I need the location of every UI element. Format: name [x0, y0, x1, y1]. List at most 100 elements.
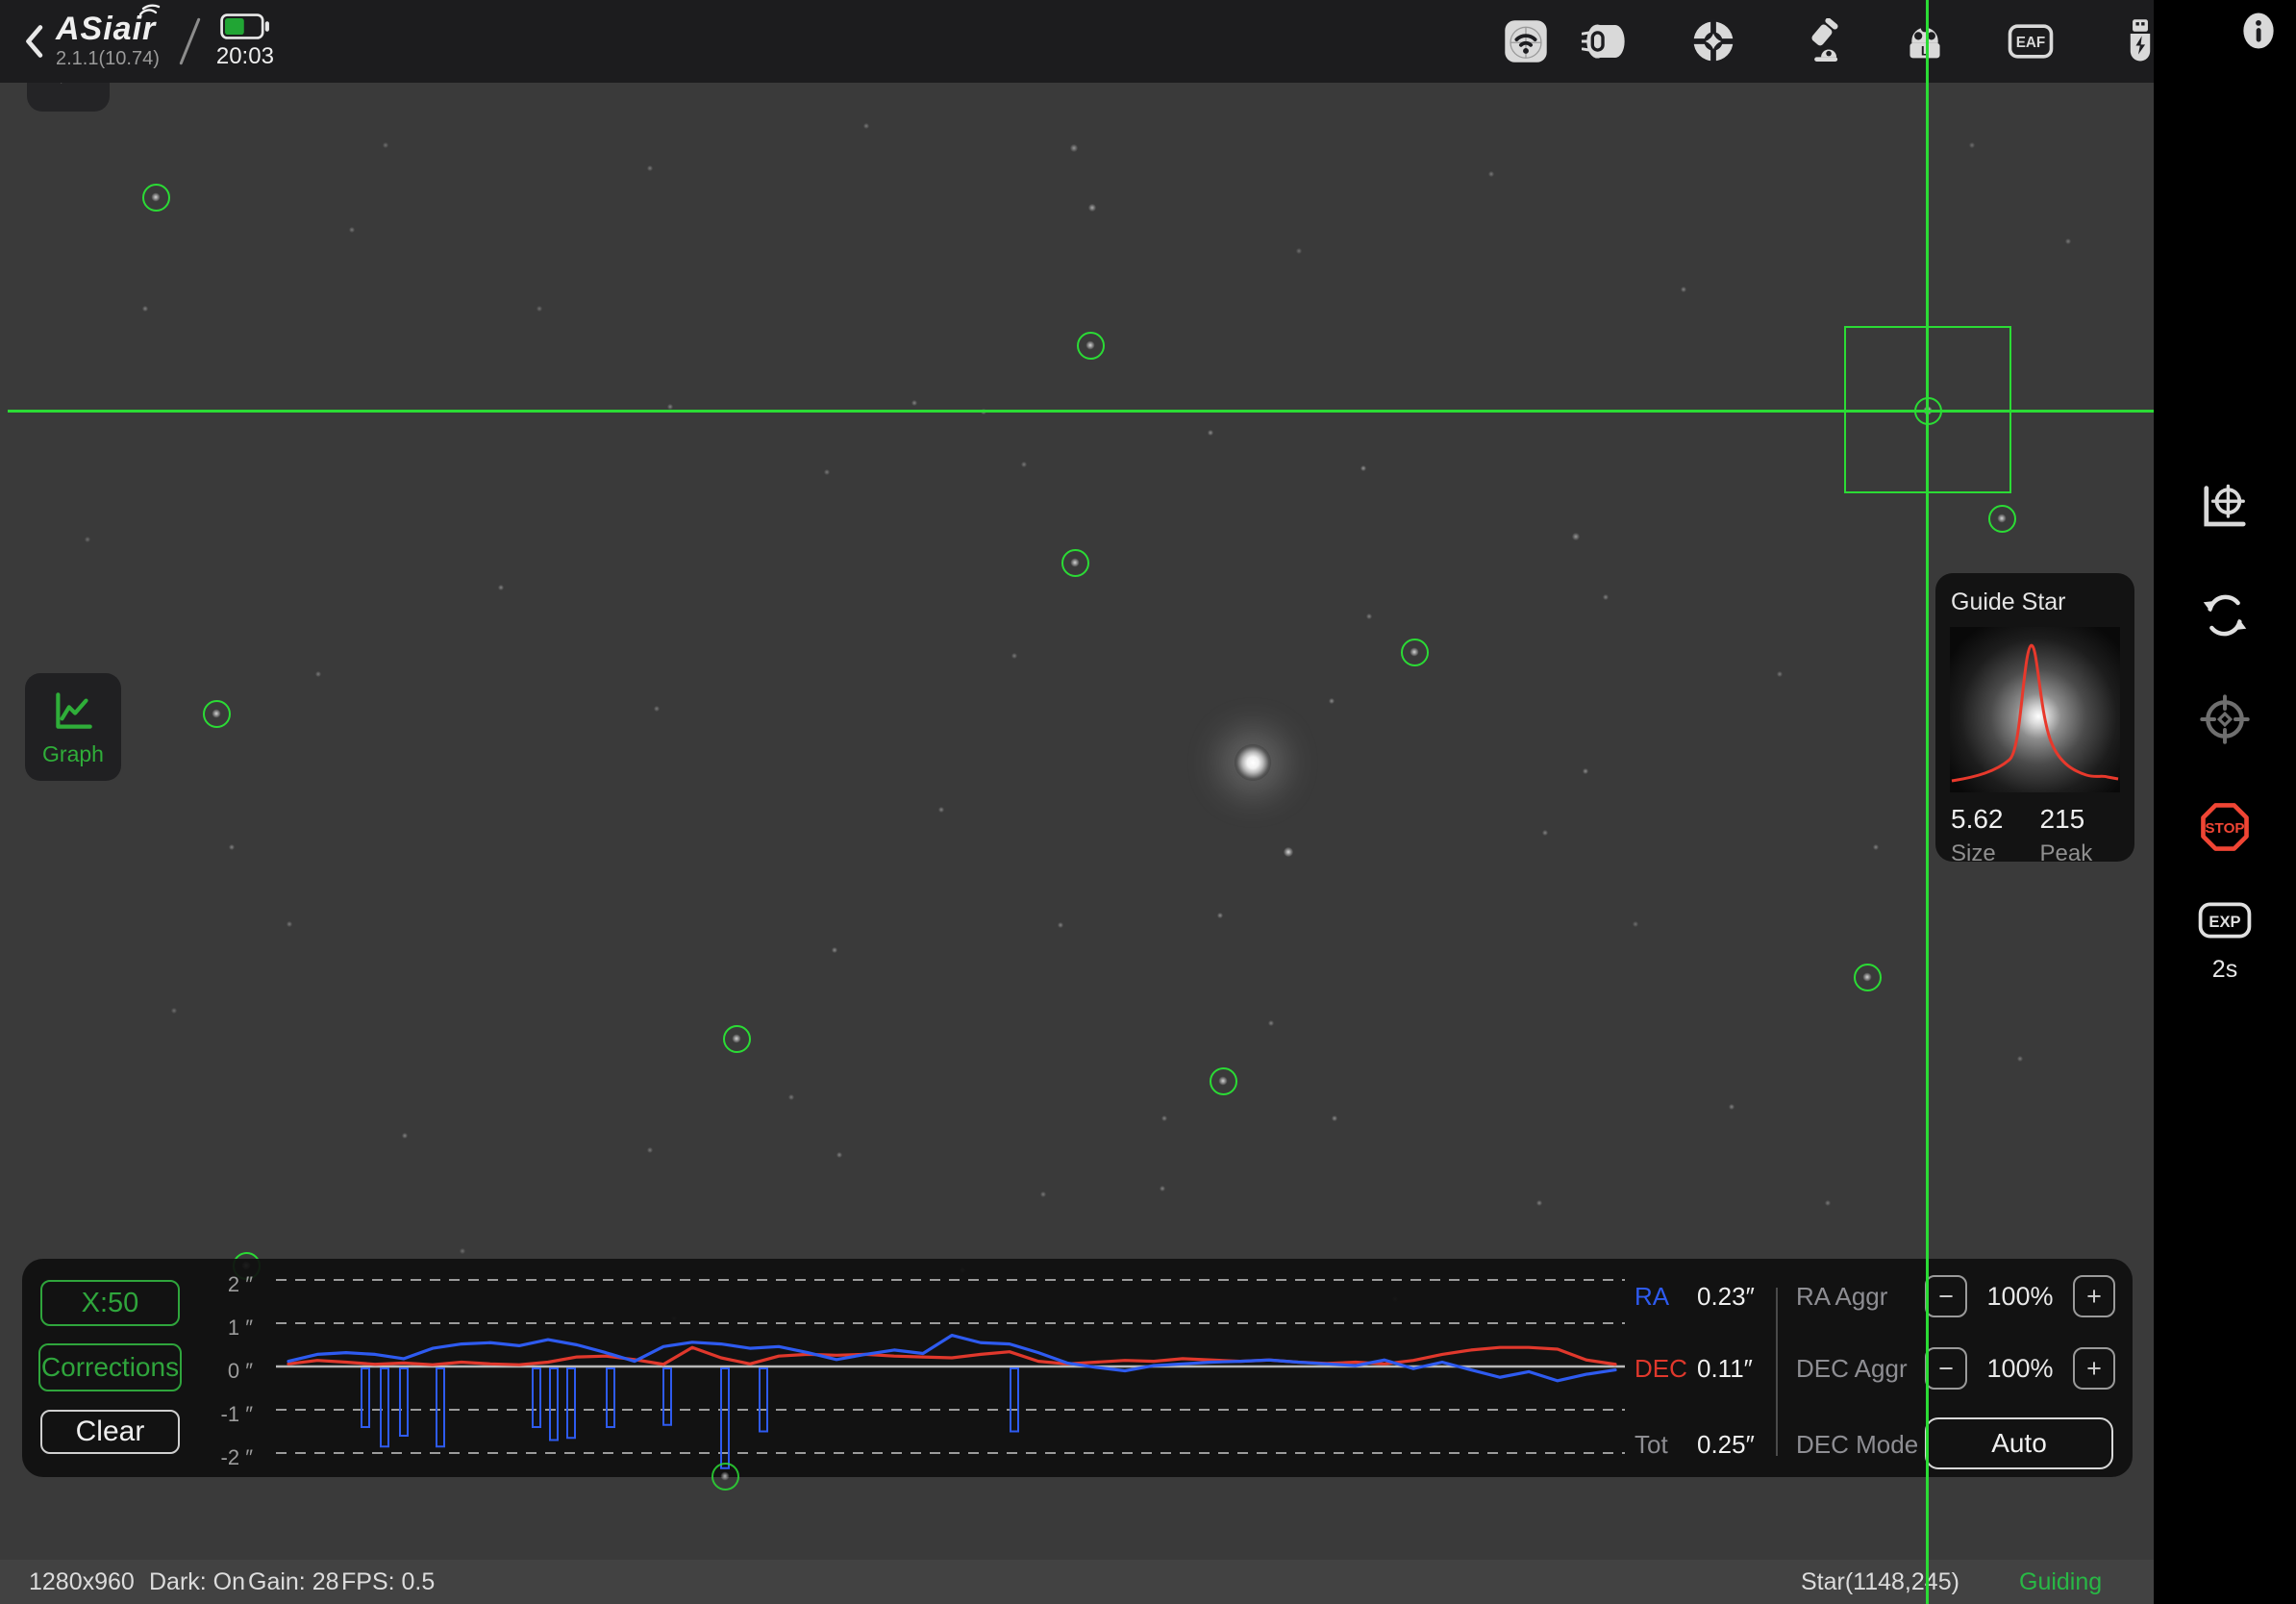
gain-text: Gain: 28 — [248, 1568, 339, 1596]
svg-text:STOP: STOP — [2205, 820, 2244, 837]
dec-aggr-plus-button[interactable]: + — [2073, 1347, 2115, 1390]
x-scale-button[interactable]: X:50 — [40, 1280, 180, 1326]
faint-star — [2065, 238, 2071, 244]
faint-star — [229, 844, 235, 850]
peak-value: 215 — [2040, 804, 2093, 835]
star-dot — [1410, 648, 1419, 657]
graph-toggle-button[interactable]: Graph — [25, 673, 121, 781]
star-profile-curve — [1950, 627, 2120, 792]
ra-value: 0.23″ — [1697, 1282, 1755, 1312]
eaf-icon[interactable]: EAF — [2002, 0, 2059, 83]
y-axis-tick-label: -1 ″ — [176, 1402, 253, 1427]
bright-star — [1235, 744, 1271, 781]
faint-star — [460, 1248, 465, 1254]
detected-star-circle[interactable] — [1401, 639, 1429, 666]
faint-star — [383, 142, 388, 148]
guiding-graph-panel: X:50 Corrections Clear 2 ″1 ″0 ″-1 ″-2 ″… — [22, 1259, 2133, 1477]
faint-star — [402, 1133, 408, 1139]
star-dot — [1863, 973, 1872, 982]
svg-text:EXP: EXP — [2209, 913, 2240, 931]
faint-star — [836, 1152, 842, 1158]
battery-icon — [220, 13, 270, 39]
svg-text:EAF: EAF — [2016, 35, 2046, 51]
faint-star — [1542, 830, 1548, 836]
faint-star — [1161, 1115, 1167, 1121]
divider — [179, 17, 200, 64]
telescope-icon[interactable] — [1794, 0, 1852, 83]
faint-star — [1969, 142, 1975, 148]
dec-aggr-label: DEC Aggr — [1796, 1354, 1908, 1384]
dark-frame-text: Dark: On — [149, 1568, 245, 1596]
y-axis-tick-label: 1 ″ — [176, 1316, 253, 1341]
guide-star-size: 5.62 Size — [1951, 804, 2004, 867]
faint-star — [824, 469, 830, 475]
faint-star — [1633, 921, 1638, 927]
back-button[interactable] — [21, 13, 54, 70]
faint-star — [315, 671, 321, 677]
faint-star — [647, 1147, 653, 1153]
detected-star-circle[interactable] — [1854, 964, 1882, 991]
graph-button-label: Graph — [42, 741, 104, 767]
time-text: 20:03 — [216, 43, 274, 70]
faint-star — [1777, 671, 1783, 677]
clear-button[interactable]: Clear — [40, 1410, 180, 1454]
crosshair-vertical-line — [1926, 0, 1929, 1604]
detected-star-circle[interactable] — [1061, 549, 1089, 577]
status-bar: 1280x960 Dark: On Gain: 28 FPS: 0.5 Star… — [0, 1560, 2154, 1604]
detected-star-circle[interactable] — [1210, 1067, 1237, 1095]
faint-star — [85, 537, 90, 542]
wifi-icon[interactable] — [1497, 0, 1555, 83]
camera-icon[interactable] — [1578, 0, 1635, 83]
guide-star-panel: Guide Star 5.62 Size 215 Peak — [1935, 573, 2134, 862]
dec-mode-auto-button[interactable]: Auto — [1925, 1417, 2113, 1469]
star-dot — [1998, 514, 2007, 523]
faint-star — [1583, 768, 1588, 774]
star-dot — [1086, 341, 1095, 350]
y-axis-tick-label: 0 ″ — [176, 1359, 253, 1384]
detected-star-circle[interactable] — [1988, 505, 2016, 533]
faint-star — [537, 306, 542, 312]
top-bar: ASiair 2.1.1(10.74) 20:03 — [0, 0, 2154, 83]
target-graph-icon[interactable] — [2200, 483, 2250, 533]
faint-star — [349, 227, 355, 233]
detected-star-circle[interactable] — [711, 1463, 739, 1491]
faint-star — [1011, 653, 1017, 659]
ra-aggr-minus-button[interactable]: − — [1925, 1275, 1967, 1317]
star-dot — [152, 193, 161, 202]
tool-sidebar: STOP EXP 2s — [2154, 0, 2296, 1604]
info-icon[interactable] — [2238, 10, 2279, 52]
dec-mode-label: DEC Mode — [1796, 1430, 1918, 1460]
detected-star-circle[interactable] — [142, 184, 170, 212]
dec-aggr-minus-button[interactable]: − — [1925, 1347, 1967, 1390]
faint-star — [1284, 847, 1293, 857]
crosshair-icon[interactable] — [2198, 692, 2252, 746]
detected-star-circle[interactable] — [1077, 332, 1105, 360]
faint-star — [1040, 1191, 1046, 1197]
panel-divider — [1776, 1288, 1778, 1456]
faint-star — [1873, 844, 1879, 850]
corrections-button[interactable]: Corrections — [38, 1343, 182, 1391]
faint-star — [1825, 1200, 1831, 1206]
guide-star-thumbnail — [1950, 627, 2120, 792]
detected-star-circle[interactable] — [203, 700, 231, 728]
star-dot — [1219, 1077, 1228, 1086]
star-position-text: Star(1148,245) — [1801, 1568, 1959, 1596]
stop-icon[interactable]: STOP — [2198, 800, 2252, 854]
guide-star-peak: 215 Peak — [2040, 804, 2093, 867]
faint-star — [142, 306, 148, 312]
faint-star — [287, 921, 292, 927]
guide-scope-icon[interactable] — [1685, 0, 1742, 83]
refresh-icon[interactable] — [2200, 590, 2250, 640]
dec-label: DEC — [1635, 1354, 1687, 1384]
ra-aggr-plus-button[interactable]: + — [2073, 1275, 2115, 1317]
faint-star — [1603, 594, 1609, 600]
faint-star — [1088, 204, 1096, 212]
detected-star-circle[interactable] — [723, 1025, 751, 1053]
battery-block[interactable]: 20:03 — [216, 13, 274, 70]
exposure-icon[interactable]: EXP 2s — [2197, 900, 2253, 984]
faint-star — [832, 947, 837, 953]
faint-star — [1070, 144, 1078, 152]
crosshair-horizontal-line — [8, 410, 2154, 413]
faint-star — [788, 1094, 794, 1100]
tot-value: 0.25″ — [1697, 1430, 1755, 1460]
